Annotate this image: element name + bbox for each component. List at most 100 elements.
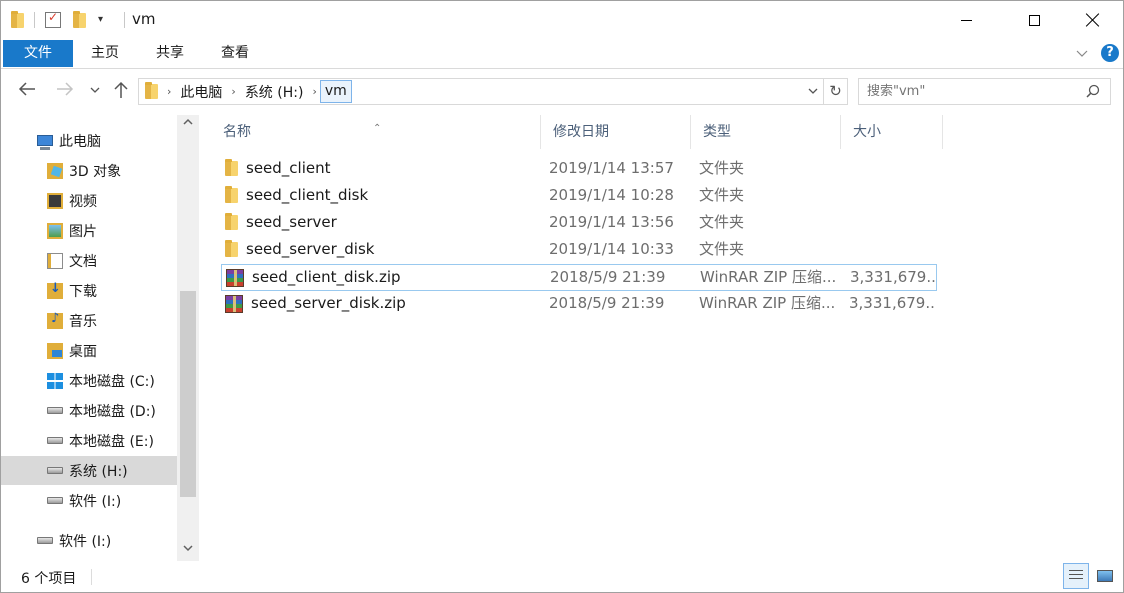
close-button[interactable] — [1070, 1, 1116, 39]
file-name-cell: seed_server_disk.zip — [225, 291, 541, 316]
sidebar-item-label: 本地磁盘 (C:) — [69, 373, 155, 390]
details-view-icon — [1069, 570, 1083, 582]
file-size — [849, 210, 935, 235]
file-date: 2018/5/9 21:39 — [549, 294, 665, 312]
sidebar-item-label: 音乐 — [69, 313, 97, 330]
sidebar-item-3d-objects[interactable]: 3D 对象 — [1, 156, 177, 185]
scroll-up-icon[interactable] — [177, 115, 199, 135]
column-header-type[interactable]: 类型 — [691, 115, 841, 149]
customize-toolbar-icon[interactable]: ▾ — [98, 12, 114, 28]
sidebar-item-drive-d[interactable]: 本地磁盘 (D:) — [1, 396, 177, 425]
sidebar-item-downloads[interactable]: 下载 — [1, 276, 177, 305]
file-name: seed_client_disk — [246, 186, 369, 204]
folder-icon — [225, 240, 238, 257]
help-icon[interactable]: ? — [1101, 44, 1119, 62]
sidebar-item-documents[interactable]: 文档 — [1, 246, 177, 275]
music-icon — [47, 311, 63, 329]
status-bar: 6 个项目 — [1, 561, 1123, 593]
recent-locations-button[interactable] — [85, 81, 105, 101]
table-row[interactable]: seed_server_disk.zip 2018/5/9 21:39 WinR… — [221, 291, 937, 318]
new-folder-icon[interactable] — [73, 10, 86, 28]
sidebar-item-music[interactable]: 音乐 — [1, 306, 177, 335]
column-header-size[interactable]: 大小 — [841, 115, 943, 149]
sidebar-item-desktop[interactable]: 桌面 — [1, 336, 177, 365]
table-row[interactable]: seed_server_disk 2019/1/14 10:33 文件夹 — [221, 237, 937, 264]
item-count: 6 个项目 — [21, 571, 77, 587]
search-box[interactable] — [858, 78, 1111, 105]
tab-home[interactable]: 主页 — [81, 40, 129, 67]
sidebar-item-drive-i-removable[interactable]: 软件 (I:) — [1, 526, 177, 555]
breadcrumb-separator-icon[interactable]: › — [228, 85, 238, 98]
breadcrumb-separator-icon[interactable]: › — [309, 85, 319, 98]
search-input[interactable] — [859, 79, 1069, 104]
sidebar-item-label: 桌面 — [69, 343, 97, 360]
windows-drive-icon — [47, 372, 63, 389]
breadcrumb-vm[interactable]: vm — [319, 80, 352, 103]
up-button[interactable] — [111, 81, 131, 101]
column-header-date[interactable]: 修改日期 — [541, 115, 691, 149]
videos-icon — [47, 192, 63, 209]
refresh-icon[interactable]: ↻ — [823, 79, 847, 104]
table-row[interactable]: seed_client_disk 2019/1/14 10:28 文件夹 — [221, 183, 937, 210]
navigation-bar: › 此电脑 › 系统 (H:) › vm ↻ — [1, 69, 1123, 115]
toolbar-divider — [34, 12, 35, 28]
tab-share[interactable]: 共享 — [146, 40, 194, 67]
large-icons-view-button[interactable] — [1092, 563, 1118, 589]
file-name-cell: seed_client_disk.zip — [226, 265, 542, 290]
file-type: 文件夹 — [699, 240, 745, 258]
table-row[interactable]: seed_client_disk.zip 2018/5/9 21:39 WinR… — [221, 264, 937, 291]
sidebar-item-drive-i[interactable]: 软件 (I:) — [1, 486, 177, 515]
breadcrumb-drive-h[interactable]: 系统 (H:) — [239, 82, 310, 102]
file-date: 2019/1/14 13:57 — [549, 159, 674, 177]
quick-access-toolbar: ✓ ▾ — [11, 10, 135, 30]
sidebar-item-drive-e[interactable]: 本地磁盘 (E:) — [1, 426, 177, 455]
back-button[interactable] — [17, 81, 37, 101]
file-name: seed_client — [246, 159, 331, 177]
address-history-chevron-icon[interactable] — [807, 85, 819, 100]
sidebar-item-label: 3D 对象 — [69, 163, 122, 180]
scrollbar-thumb[interactable] — [180, 291, 196, 497]
tab-file[interactable]: 文件 — [3, 40, 73, 67]
drive-icon — [47, 467, 63, 474]
folder-icon — [145, 82, 158, 99]
toolbar-divider — [124, 12, 125, 28]
properties-icon[interactable]: ✓ — [45, 10, 61, 28]
forward-button[interactable] — [55, 81, 75, 101]
column-header-name[interactable]: 名称 ⌃ — [211, 115, 541, 149]
sidebar-item-label: 下载 — [69, 283, 97, 300]
address-bar[interactable]: › 此电脑 › 系统 (H:) › vm ↻ — [138, 78, 848, 105]
scroll-down-icon[interactable] — [177, 541, 199, 561]
table-row[interactable]: seed_client 2019/1/14 13:57 文件夹 — [221, 156, 937, 183]
file-size: 3,331,679... — [850, 268, 936, 286]
sidebar-item-videos[interactable]: 视频 — [1, 186, 177, 215]
ribbon: 文件 主页 共享 查看 ? — [1, 39, 1123, 69]
file-name-cell: seed_client_disk — [225, 183, 541, 208]
minimize-icon — [960, 19, 972, 21]
drive-icon — [47, 497, 63, 504]
folder-icon — [225, 186, 238, 203]
file-date: 2019/1/14 10:28 — [549, 186, 674, 204]
sidebar-scrollbar[interactable] — [177, 115, 199, 561]
tab-view[interactable]: 查看 — [211, 40, 259, 67]
minimize-button[interactable] — [943, 1, 989, 39]
file-name: seed_server_disk.zip — [251, 294, 406, 312]
maximize-button[interactable] — [1011, 1, 1057, 39]
column-header-label: 修改日期 — [553, 124, 609, 140]
sidebar-item-label: 软件 (I:) — [69, 493, 122, 510]
sidebar-item-pictures[interactable]: 图片 — [1, 216, 177, 245]
search-icon[interactable] — [1086, 84, 1100, 98]
3d-objects-icon — [47, 162, 63, 179]
breadcrumb-this-pc[interactable]: 此电脑 — [174, 82, 228, 102]
status-divider — [91, 569, 92, 585]
expand-ribbon-icon[interactable] — [1076, 47, 1088, 59]
sidebar-item-this-pc[interactable]: 此电脑 — [1, 126, 177, 155]
sidebar-item-drive-h[interactable]: 系统 (H:) — [1, 456, 177, 485]
sidebar-item-drive-c[interactable]: 本地磁盘 (C:) — [1, 366, 177, 395]
breadcrumb-separator-icon[interactable]: › — [164, 85, 174, 98]
file-name: seed_server — [246, 213, 337, 231]
details-view-button[interactable] — [1063, 563, 1089, 589]
file-date: 2019/1/14 10:33 — [549, 240, 674, 258]
table-row[interactable]: seed_server 2019/1/14 13:56 文件夹 — [221, 210, 937, 237]
drive-icon — [47, 437, 63, 444]
file-size: 3,331,679... — [849, 294, 935, 312]
